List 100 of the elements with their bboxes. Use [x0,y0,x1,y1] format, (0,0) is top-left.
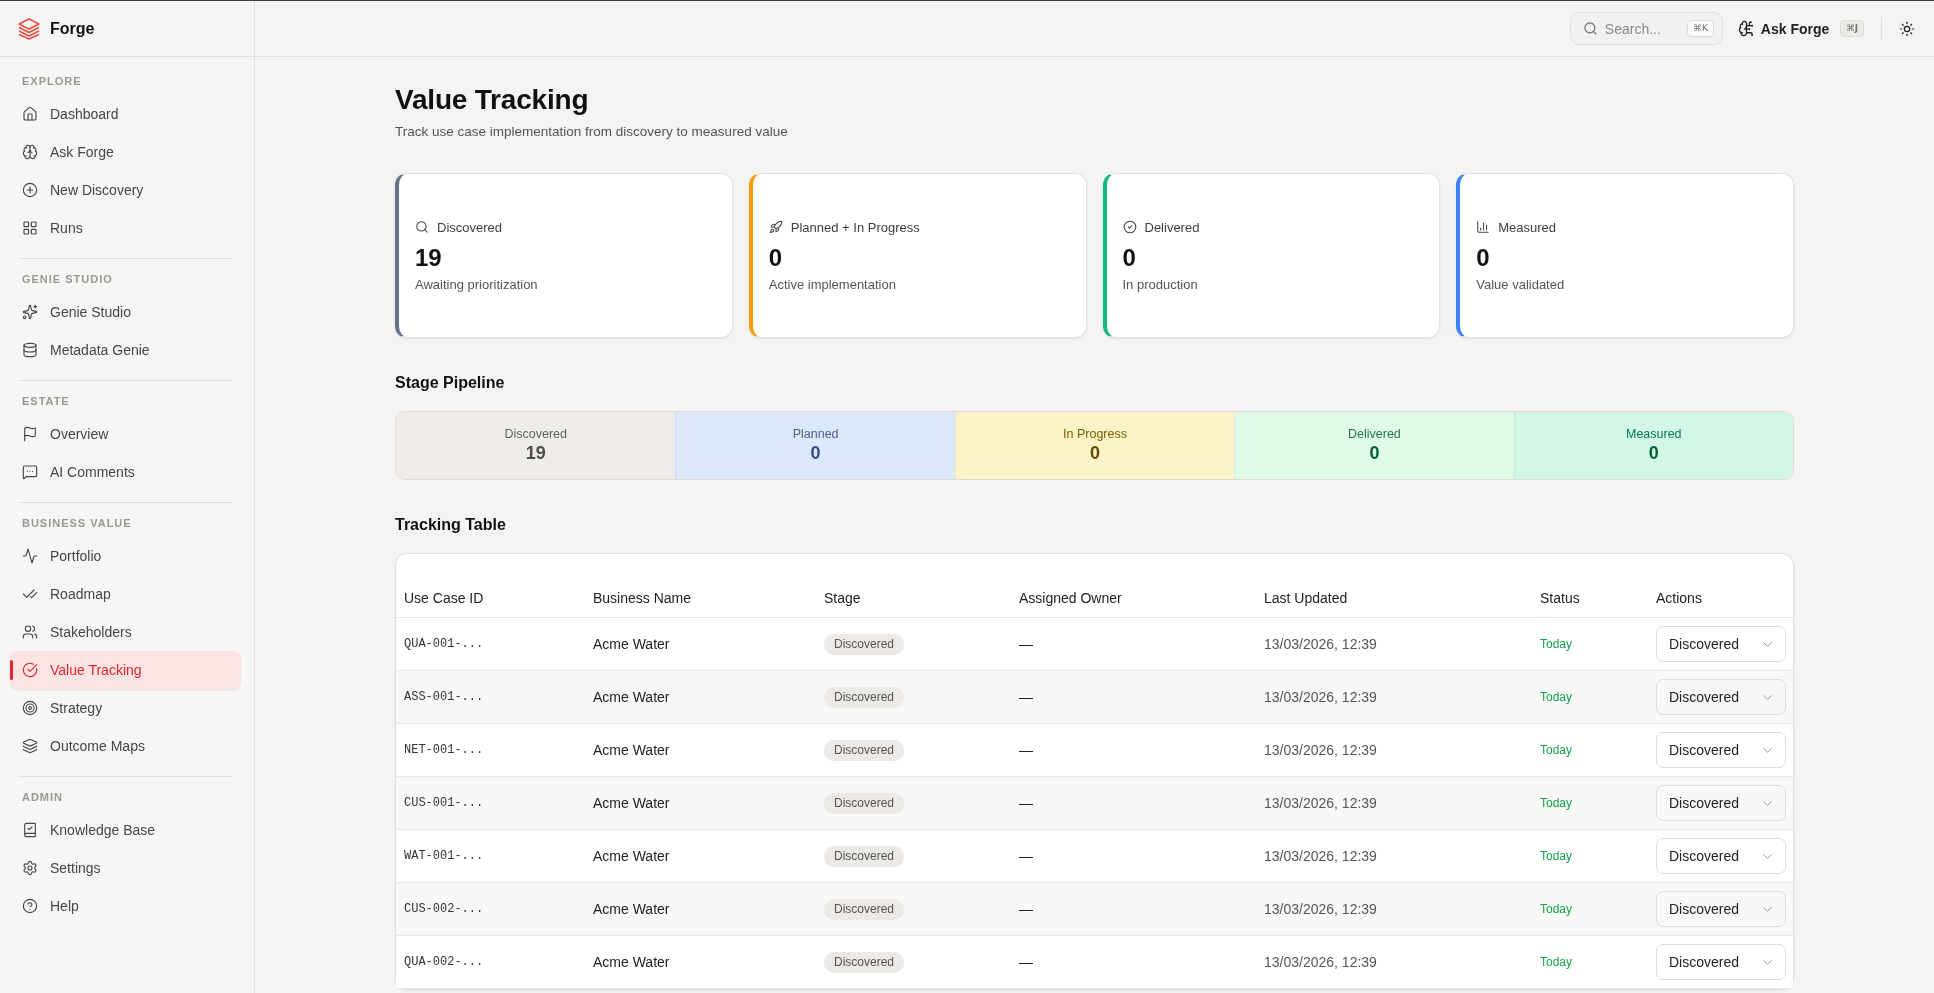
stat-value: 19 [415,243,442,272]
nav-item[interactable]: Runs [10,209,241,247]
date-text: 13/03/2026, 12:39 [1264,795,1377,811]
business-name-text: Acme Water [593,954,670,970]
nav-item[interactable]: Knowledge Base [10,811,241,849]
owner-text: — [1019,901,1033,917]
stage-label: Discovered [504,427,567,441]
nav-item[interactable]: Strategy [10,689,241,727]
stat-label: Planned + In Progress [790,219,920,235]
shortcut-key: ⌘K [1686,20,1714,37]
help-icon [22,898,38,914]
stage-dropdown[interactable]: Discovered [1656,732,1786,768]
stage-dropdown[interactable]: Discovered [1656,891,1786,927]
date-text: 13/03/2026, 12:39 [1264,848,1377,864]
shortcut-key: ⌘J [1840,20,1864,37]
stage-label: Measured [1626,427,1682,441]
brain-icon [22,144,38,160]
app-name: Forge [50,19,95,38]
flag-icon [22,426,38,442]
use-case-id-text: QUA-002-... [404,955,484,969]
stat-label: Measured [1498,219,1557,235]
nav-item[interactable]: AI Comments [10,453,241,491]
stage-badge: Discovered [824,792,905,814]
status-text: Today [1540,902,1573,916]
stat-caption: Active implementation [768,276,896,292]
date-text: 13/03/2026, 12:39 [1264,636,1377,652]
nav-item[interactable]: Dashboard [10,95,241,133]
status-text: Today [1540,796,1573,810]
stat-label: Delivered [1144,219,1200,235]
date-text: 13/03/2026, 12:39 [1264,901,1377,917]
pulse-line-icon [22,548,38,564]
nav-item[interactable]: Genie Studio [10,293,241,331]
business-name-text: Acme Water [593,636,670,652]
stage-count: 0 [810,443,821,464]
stage-dropdown[interactable]: Discovered [1656,944,1786,980]
brain-icon [1737,20,1755,37]
nav-item[interactable]: Portfolio [10,537,241,575]
grid-icon [22,220,38,236]
stage-label: Planned [792,427,839,441]
plus-circle-icon [22,182,38,198]
bar-chart-icon [1476,220,1491,234]
status-text: Today [1540,955,1573,969]
nav-item[interactable]: Metadata Genie [10,331,241,369]
stage-dropdown[interactable]: Discovered [1656,679,1786,715]
use-case-id-text: CUS-001-... [404,796,484,810]
owner-text: — [1019,795,1033,811]
nav-item[interactable]: Value Tracking [10,651,241,689]
search-icon [1582,21,1598,36]
column-header: Last Updated [1264,590,1348,606]
nav-item[interactable]: Help [10,887,241,925]
nav-item[interactable]: New Discovery [10,171,241,209]
nav-section-label: EXPLORE [22,74,82,89]
ask-forge-button[interactable]: Ask Forge ⌘J [1737,16,1864,41]
stage-dropdown[interactable]: Discovered [1656,785,1786,821]
page-title: Value Tracking [395,83,589,117]
rocket-icon [768,220,783,234]
stage-badge: Discovered [824,845,905,867]
date-text: 13/03/2026, 12:39 [1264,954,1377,970]
stage-badge: Discovered [824,951,905,973]
business-name-text: Acme Water [593,742,670,758]
status-text: Today [1540,690,1573,704]
use-case-id-text: NET-001-... [404,743,484,757]
nav-item[interactable]: Stakeholders [10,613,241,651]
date-text: 13/03/2026, 12:39 [1264,689,1377,705]
stat-value: 0 [1476,243,1490,272]
house-icon [22,106,38,122]
column-header: Business Name [593,590,692,606]
stage-count: 0 [1090,443,1100,464]
chat-bubble-icon [22,464,38,480]
status-text: Today [1540,743,1573,757]
nav-section-label: ESTATE [22,394,70,409]
owner-text: — [1019,689,1033,705]
business-name-text: Acme Water [593,901,670,917]
stage-dropdown[interactable]: Discovered [1656,838,1786,874]
stage-count: 0 [1369,443,1380,464]
column-header: Actions [1656,590,1702,606]
stage-label: Delivered [1348,427,1401,441]
owner-text: — [1019,954,1033,970]
stage-dropdown[interactable]: Discovered [1656,626,1786,662]
stacked-layers-icon [18,17,40,40]
nav-item[interactable]: Overview [10,415,241,453]
check-circle-icon [1122,220,1137,234]
nav-section-label: ADMIN [22,790,63,805]
nav-item[interactable]: Ask Forge [10,133,241,171]
nav-item[interactable]: Settings [10,849,241,887]
column-header: Status [1540,590,1580,606]
business-name-text: Acme Water [593,689,670,705]
stat-value: 0 [768,243,783,272]
stage-badge: Discovered [824,633,905,655]
stat-label: Discovered [437,219,503,235]
sparkles-icon [22,304,38,320]
stat-caption: Awaiting prioritization [415,276,538,292]
status-text: Today [1540,637,1573,651]
stage-badge: Discovered [824,898,905,920]
nav-item[interactable]: Roadmap [10,575,241,613]
nav-item[interactable]: Outcome Maps [10,727,241,765]
status-text: Today [1540,849,1573,863]
sun-icon[interactable] [1899,20,1915,37]
stat-caption: In production [1122,276,1198,292]
use-case-id-text: QUA-001-... [404,637,484,651]
